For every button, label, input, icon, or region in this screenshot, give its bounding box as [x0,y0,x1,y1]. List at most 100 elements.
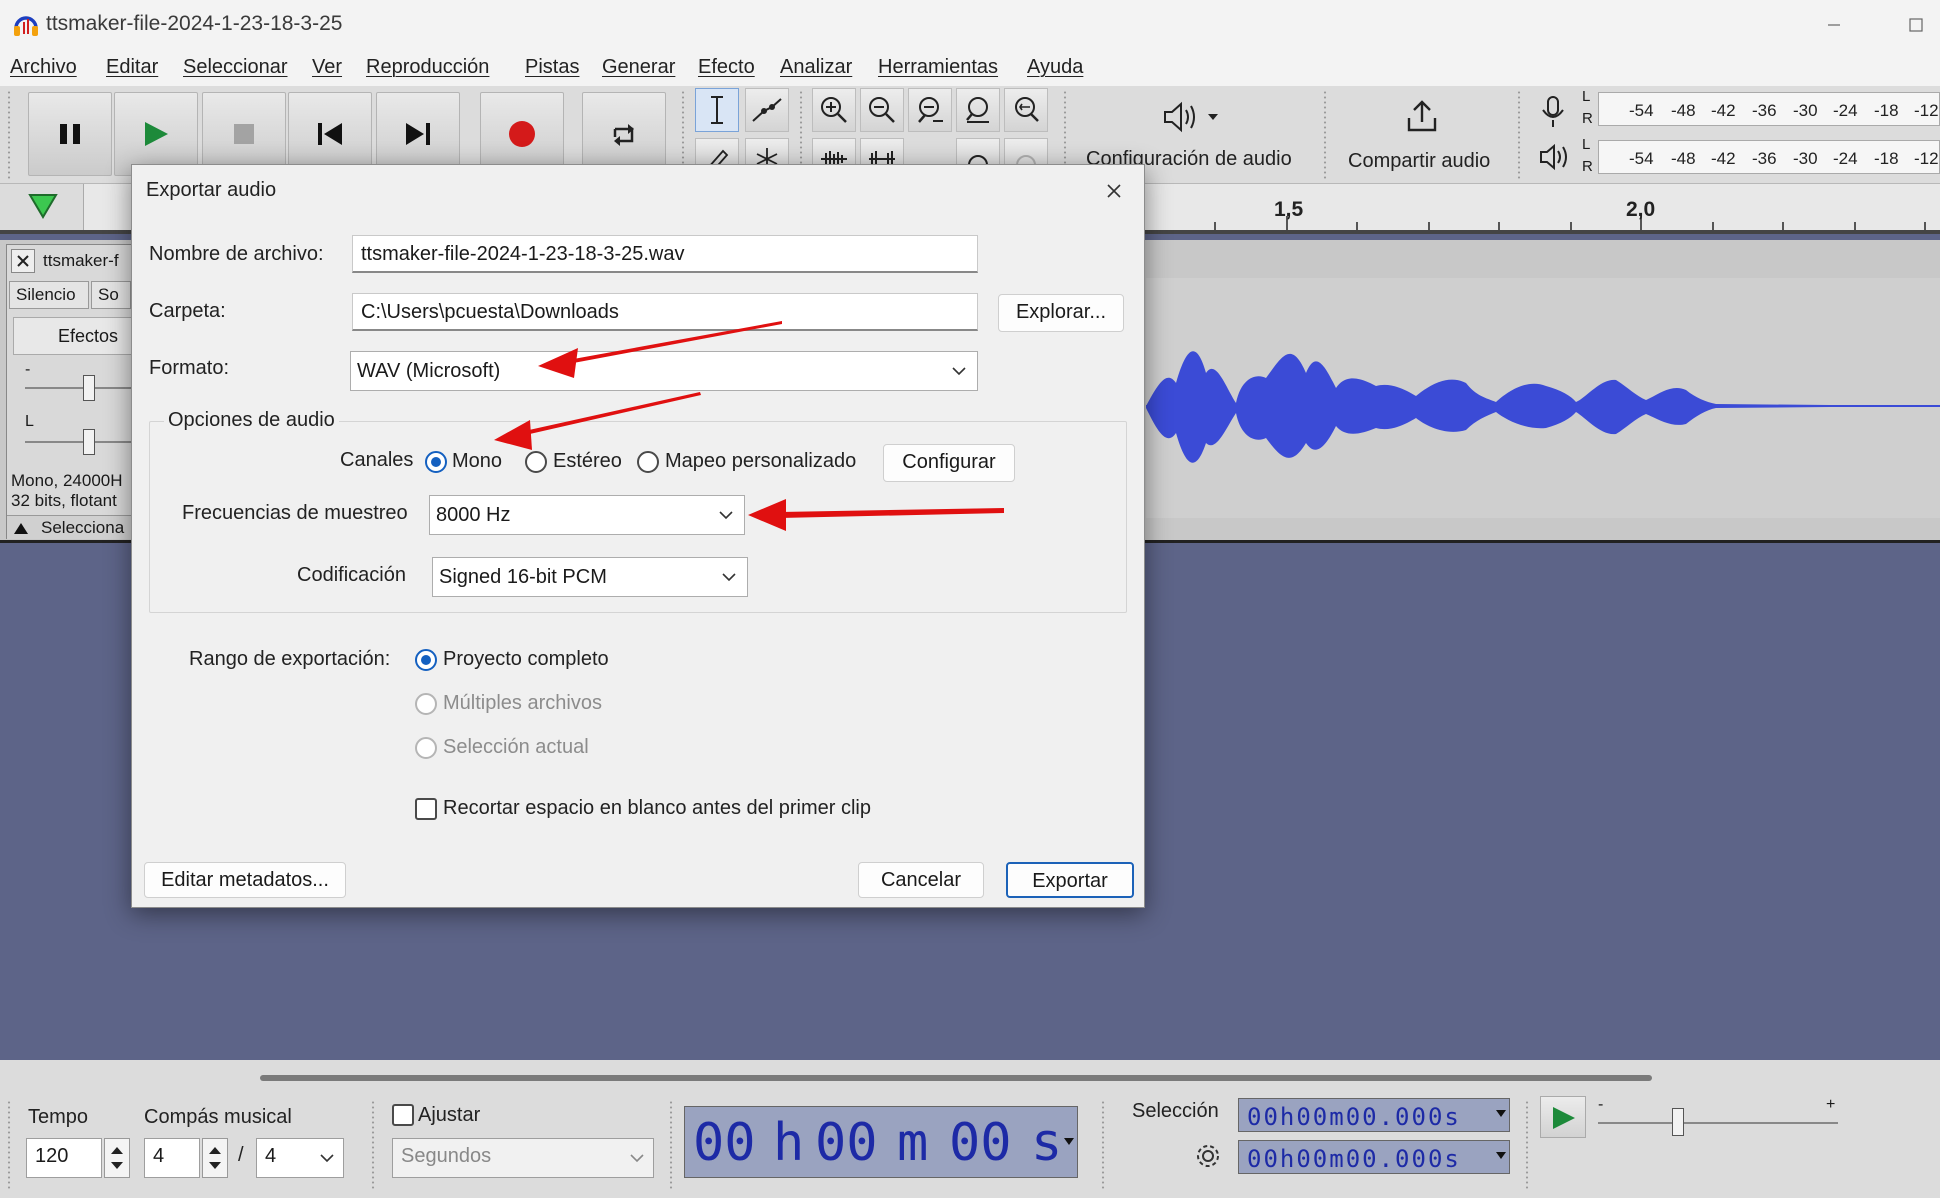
meter-tick: -12 [1914,149,1939,168]
mute-button[interactable]: Silencio [9,281,89,309]
selection-tool[interactable] [695,88,739,132]
maximize-button[interactable] [1896,8,1936,42]
fit-selection-button[interactable] [908,88,952,132]
export-button[interactable]: Exportar [1006,862,1134,898]
play-speed-slider-thumb[interactable] [1672,1108,1684,1136]
menu-herramientas[interactable]: Herramientas [878,56,998,79]
zoom-toggle-button[interactable] [1004,88,1048,132]
channel-stereo-label[interactable]: Estéreo [553,450,622,473]
time-signature-label: Compás musical [144,1106,292,1128]
envelope-tool[interactable] [745,88,789,132]
range-multiple-files-label[interactable]: Múltiples archivos [443,692,602,715]
channel-stereo-radio[interactable] [525,451,547,473]
chevron-down-icon [630,1154,644,1163]
menu-analizar[interactable]: Analizar [780,56,852,79]
selection-end-display[interactable]: 00h00m00.000s [1238,1140,1510,1174]
range-multiple-files-radio[interactable] [415,693,437,715]
menu-editar[interactable]: Editar [106,56,158,79]
time-sig-numerator-input[interactable]: 4 [144,1138,200,1178]
play-at-speed-button[interactable] [1540,1096,1586,1138]
meter-tick: -48 [1671,101,1696,120]
solo-button[interactable]: So [91,281,131,309]
microphone-icon[interactable] [1538,94,1568,130]
channel-custom-radio[interactable] [637,451,659,473]
channel-custom-label[interactable]: Mapeo personalizado [665,450,856,473]
menu-generar[interactable]: Generar [602,56,675,79]
zoom-in-button[interactable] [812,88,856,132]
folder-input[interactable]: C:\Users\pcuesta\Downloads [352,293,978,331]
menu-ayuda[interactable]: Ayuda [1027,56,1083,79]
configure-button[interactable]: Configurar [883,444,1015,482]
track-name[interactable]: ttsmaker-f [43,251,119,271]
speaker-icon[interactable] [1538,142,1572,172]
sample-rate-select[interactable]: 8000 Hz [429,495,745,535]
edit-metadata-button[interactable]: Editar metadatos... [144,862,346,898]
play-speed-slider-track[interactable] [1598,1122,1838,1124]
gear-icon[interactable] [1194,1142,1222,1170]
time-sig-spinner[interactable] [202,1138,228,1178]
tempo-spinner[interactable] [104,1138,130,1178]
stop-icon [234,124,254,144]
menu-reproduccion[interactable]: Reproducción [366,56,489,79]
gain-slider-thumb[interactable] [83,375,95,401]
menu-efecto[interactable]: Efecto [698,56,755,79]
fit-project-button[interactable] [956,88,1000,132]
menu-pistas[interactable]: Pistas [525,56,579,79]
cancel-label: Cancelar [880,869,962,891]
share-audio-button[interactable]: Compartir audio [1336,90,1508,180]
pan-slider-thumb[interactable] [83,429,95,455]
channel-mono-radio[interactable] [425,451,447,473]
menu-bar: Archivo Editar Seleccionar Ver Reproducc… [0,50,1940,86]
trim-silence-checkbox[interactable] [415,798,437,820]
minimize-button[interactable] [1814,8,1854,42]
pause-button[interactable] [28,92,112,176]
toolbar-grip[interactable] [1322,90,1328,180]
menu-ver[interactable]: Ver [312,56,342,79]
waveform-clip[interactable] [1146,278,1940,518]
snap-unit-select[interactable]: Segundos [392,1138,654,1178]
format-value: WAV (Microsoft) [357,360,501,382]
gain-slider-track[interactable] [25,387,133,389]
menu-archivo[interactable]: Archivo [10,56,77,79]
play-head-marker-icon[interactable] [28,192,58,220]
tempo-input[interactable]: 120 [26,1138,102,1178]
dialog-close-button[interactable] [1094,173,1134,209]
range-full-project-radio[interactable] [415,649,437,671]
pan-left-label: L [25,413,34,430]
cancel-button[interactable]: Cancelar [858,862,984,898]
range-selection-radio[interactable] [415,737,437,759]
pan-slider-track[interactable] [25,441,133,443]
playback-meter[interactable]: -54 -48 -42 -36 -30 -24 -18 -12 [1598,140,1940,174]
meter-tick: -54 [1629,149,1654,168]
toolbar-grip[interactable] [1524,1100,1530,1190]
chevron-down-icon [320,1154,334,1163]
close-track-button[interactable] [11,249,35,273]
horizontal-scrollbar[interactable] [260,1075,1652,1081]
track-bitdepth-info: 32 bits, flotant [11,491,117,510]
toolbar-grip[interactable] [6,90,12,180]
channel-mono-label[interactable]: Mono [452,450,502,473]
zoom-out-button[interactable] [860,88,904,132]
recording-meter[interactable]: -54 -48 -42 -36 -30 -24 -18 -12 [1598,92,1940,126]
encoding-select[interactable]: Signed 16-bit PCM [432,557,748,597]
toolbar-grip[interactable] [370,1100,376,1190]
menu-seleccionar[interactable]: Seleccionar [183,56,288,79]
browse-button[interactable]: Explorar... [998,294,1124,332]
toolbar-grip[interactable] [1100,1100,1106,1190]
snap-checkbox[interactable] [392,1104,414,1126]
time-display[interactable]: 00 h 00 m 00 s [684,1106,1078,1178]
range-full-project-label[interactable]: Proyecto completo [443,648,609,671]
toolbar-grip[interactable] [668,1100,674,1190]
format-select[interactable]: WAV (Microsoft) [350,351,978,391]
configure-label: Configurar [902,451,996,473]
selection-start-display[interactable]: 00h00m00.000s [1238,1098,1510,1132]
effects-button[interactable]: Efectos [13,317,133,355]
toolbar-grip[interactable] [1516,90,1522,180]
filename-input[interactable]: ttsmaker-file-2024-1-23-18-3-25.wav [352,235,978,273]
select-track-button[interactable]: Selecciona [7,515,133,539]
trim-silence-label[interactable]: Recortar espacio en blanco antes del pri… [443,797,871,820]
range-selection-label[interactable]: Selección actual [443,736,589,759]
toolbar-grip[interactable] [6,1100,12,1190]
time-sig-denominator-select[interactable]: 4 [256,1138,344,1178]
ruler-tick [1570,222,1572,230]
